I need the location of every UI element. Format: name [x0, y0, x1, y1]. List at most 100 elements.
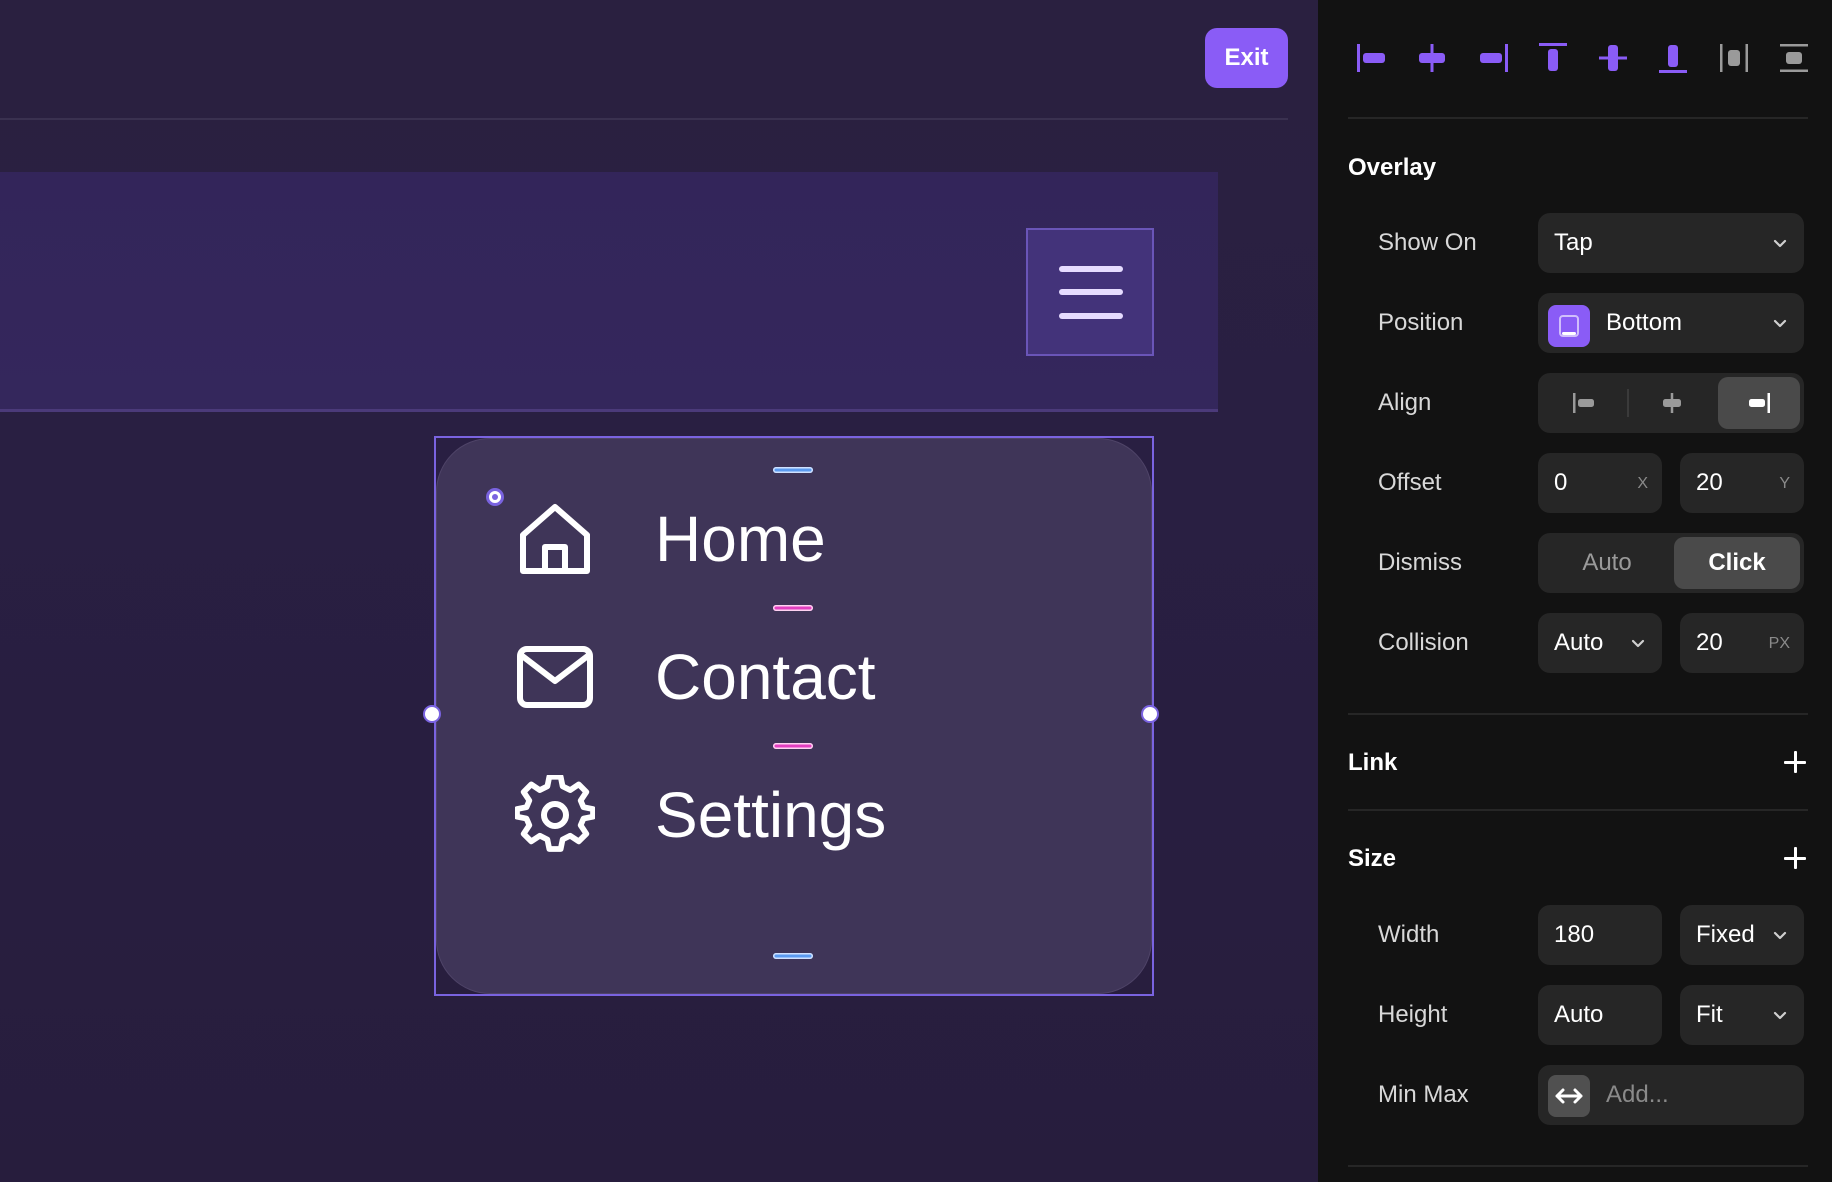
distribute-vertical-button[interactable] [1770, 34, 1818, 82]
collision-amount-input[interactable]: 20 PX [1680, 613, 1804, 673]
chevron-down-icon [1773, 931, 1787, 940]
collision-value: Auto [1554, 629, 1604, 656]
align-right-icon [1479, 44, 1508, 72]
panel-divider [1348, 117, 1808, 119]
row-label-height: Height [1378, 1001, 1448, 1028]
collision-amount-value: 20 [1696, 629, 1723, 656]
chevron-down-icon [1773, 239, 1787, 248]
add-link-button[interactable] [1780, 747, 1810, 777]
distribute-vertical-icon [1779, 44, 1808, 72]
align-top-icon [1538, 43, 1567, 71]
width-input[interactable]: 180 [1538, 905, 1662, 965]
align-center-horizontal-button[interactable] [1408, 34, 1456, 82]
menu-item-label: Contact [655, 641, 876, 713]
align-start-option[interactable] [1542, 377, 1626, 429]
align-left-button[interactable] [1348, 34, 1396, 82]
gap-marker[interactable] [773, 605, 813, 611]
row-label-offset: Offset [1378, 469, 1442, 496]
offset-y-unit: Y [1779, 475, 1790, 492]
row-label-align: Align [1378, 389, 1432, 416]
align-right-icon [1749, 393, 1770, 413]
collision-amount-unit: PX [1768, 635, 1790, 652]
width-mode-value: Fixed [1696, 921, 1755, 948]
offset-x-input[interactable]: 0 X [1538, 453, 1662, 513]
resize-handle-right[interactable] [1141, 705, 1159, 723]
width-mode-select[interactable]: Fixed [1680, 905, 1804, 965]
hamburger-line [1059, 289, 1123, 295]
menu-item-label: Home [655, 503, 826, 575]
row-label-collision: Collision [1378, 629, 1469, 656]
hamburger-line [1059, 266, 1123, 272]
home-icon [520, 504, 590, 574]
inspector-panel: Overlay Show On Tap Position Bottom Alig… [1318, 0, 1832, 1182]
align-end-option[interactable] [1718, 377, 1800, 429]
canvas-divider [0, 118, 1288, 120]
section-title-link: Link [1348, 749, 1398, 776]
panel-divider [1348, 809, 1808, 811]
align-center-vertical-icon [1599, 45, 1628, 71]
align-center-horizontal-icon [1419, 44, 1446, 72]
align-bottom-button[interactable] [1649, 34, 1697, 82]
segment-separator [1627, 389, 1629, 417]
menu-item-home[interactable]: Home [437, 479, 1153, 599]
position-value: Bottom [1606, 309, 1683, 336]
align-center-vertical-button[interactable] [1589, 34, 1637, 82]
design-canvas[interactable]: Exit Home Contact Settings [0, 0, 1318, 1182]
align-center-option[interactable] [1630, 377, 1714, 429]
min-max-placeholder: Add... [1606, 1081, 1669, 1108]
section-title-overlay: Overlay [1348, 154, 1437, 181]
align-left-icon [1357, 44, 1385, 72]
menu-item-contact[interactable]: Contact [437, 617, 1153, 737]
height-value: Auto [1554, 1001, 1604, 1028]
width-value: 180 [1554, 921, 1595, 948]
height-input[interactable]: Auto [1538, 985, 1662, 1045]
min-max-field[interactable]: Add... [1538, 1065, 1804, 1125]
anchor-point[interactable] [486, 488, 504, 506]
distribute-horizontal-icon [1719, 44, 1748, 72]
hamburger-line [1059, 313, 1123, 319]
align-left-icon [1573, 393, 1594, 413]
padding-marker-top[interactable] [773, 467, 813, 473]
resize-horizontal-icon [1548, 1075, 1590, 1117]
offset-x-value: 0 [1554, 469, 1568, 496]
offset-x-unit: X [1637, 475, 1648, 492]
offset-y-value: 20 [1696, 469, 1723, 496]
mail-icon [517, 646, 593, 708]
collision-select[interactable]: Auto [1538, 613, 1662, 673]
padding-marker-bottom[interactable] [773, 953, 813, 959]
height-mode-value: Fit [1696, 1001, 1723, 1028]
gap-marker[interactable] [773, 743, 813, 749]
offset-y-input[interactable]: 20 Y [1680, 453, 1804, 513]
align-top-button[interactable] [1529, 34, 1577, 82]
row-label-position: Position [1378, 309, 1464, 336]
align-segmented-control [1538, 373, 1804, 433]
height-mode-select[interactable]: Fit [1680, 985, 1804, 1045]
distribute-horizontal-button[interactable] [1710, 34, 1758, 82]
panel-divider [1348, 713, 1808, 715]
chevron-down-icon [1773, 1011, 1787, 1020]
hamburger-menu-button[interactable] [1026, 228, 1154, 356]
add-size-button[interactable] [1780, 843, 1810, 873]
show-on-value: Tap [1554, 229, 1593, 256]
dismiss-auto-option[interactable]: Auto [1542, 537, 1672, 589]
chevron-down-icon [1773, 319, 1787, 328]
align-right-button[interactable] [1469, 34, 1517, 82]
menu-item-label: Settings [655, 779, 887, 851]
row-label-width: Width [1378, 921, 1440, 948]
row-label-min-max: Min Max [1378, 1081, 1469, 1108]
position-bottom-icon [1548, 305, 1590, 347]
align-bottom-icon [1659, 45, 1688, 73]
align-center-icon [1663, 393, 1681, 413]
dismiss-segmented-control: Auto Click [1538, 533, 1804, 593]
align-toolbar [1348, 26, 1818, 90]
resize-handle-left[interactable] [423, 705, 441, 723]
overlay-menu-card[interactable]: Home Contact Settings [436, 438, 1152, 994]
show-on-select[interactable]: Tap [1538, 213, 1804, 273]
row-label-show-on: Show On [1378, 229, 1477, 256]
dismiss-click-option[interactable]: Click [1674, 537, 1800, 589]
row-label-dismiss: Dismiss [1378, 549, 1462, 576]
chevron-down-icon [1631, 639, 1645, 648]
position-select[interactable]: Bottom [1538, 293, 1804, 353]
menu-item-settings[interactable]: Settings [437, 755, 1153, 875]
exit-button[interactable]: Exit [1205, 28, 1288, 88]
